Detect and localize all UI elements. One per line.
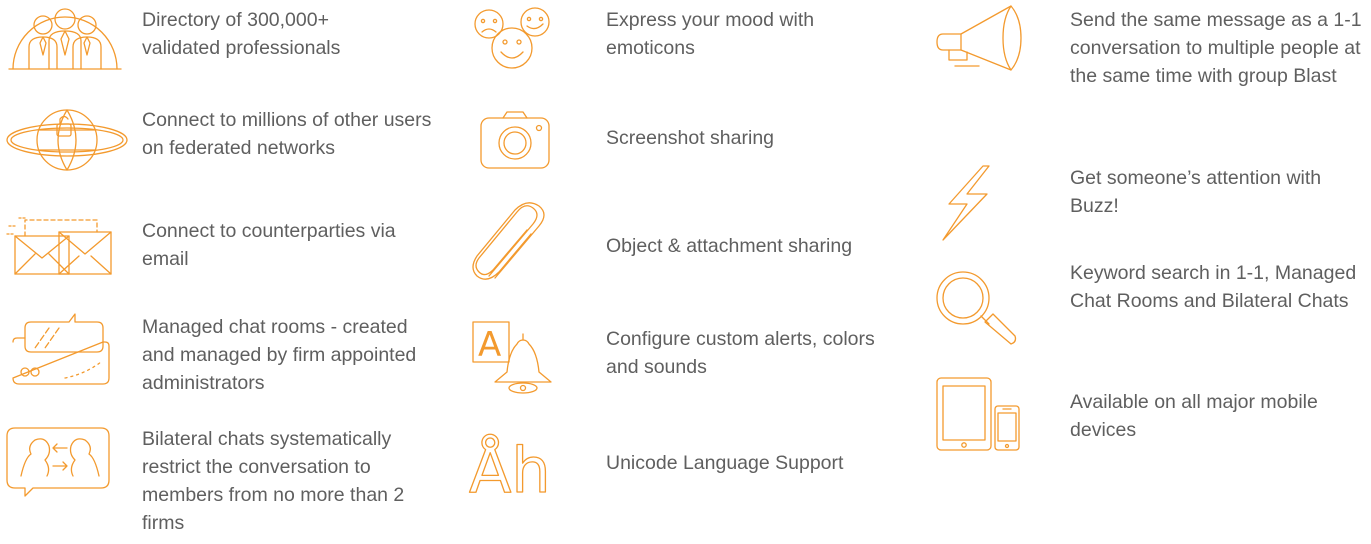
feature-label: Express your mood with emoticons	[606, 9, 815, 59]
emoticons-icon	[467, 4, 557, 74]
feature-label: Object & attachment sharing	[606, 235, 853, 257]
feature-label: Bilateral chats systematically restrict …	[142, 428, 405, 534]
feature-label: Directory of 300,000+ validated professi…	[142, 9, 341, 59]
unicode-letters-icon: Åh	[467, 428, 557, 507]
email-envelopes-icon	[5, 214, 115, 278]
svg-text:Åh: Åh	[469, 434, 551, 507]
feature-label: Connect to counterparties via email	[142, 220, 396, 270]
globe-network-icon	[5, 100, 129, 180]
alert-bell-icon: A	[467, 318, 557, 398]
feature-label: Configure custom alerts, colors and soun…	[606, 328, 875, 378]
megaphone-icon	[927, 4, 1027, 74]
feature-label: Available on all major mobile devices	[1070, 391, 1318, 441]
feature-label: Screenshot sharing	[606, 127, 775, 149]
mobile-devices-icon	[927, 376, 1027, 454]
paperclip-icon	[467, 202, 557, 284]
lightning-icon	[927, 164, 1007, 242]
chat-room-icon	[5, 312, 115, 388]
feature-label: Connect to millions of other users on fe…	[142, 109, 432, 159]
svg-text:A: A	[478, 325, 501, 365]
magnifier-icon	[927, 266, 1017, 348]
people-icon	[5, 5, 125, 71]
feature-label: Keyword search in 1-1, Managed Chat Room…	[1070, 262, 1357, 312]
feature-label: Unicode Language Support	[606, 452, 844, 474]
bilateral-chat-icon	[5, 424, 117, 498]
feature-label: Get someone’s attention with Buzz!	[1070, 167, 1322, 217]
camera-icon	[467, 108, 559, 170]
feature-label: Managed chat rooms - created and managed…	[142, 316, 417, 394]
feature-label: Send the same message as a 1-1 conversat…	[1070, 9, 1362, 87]
